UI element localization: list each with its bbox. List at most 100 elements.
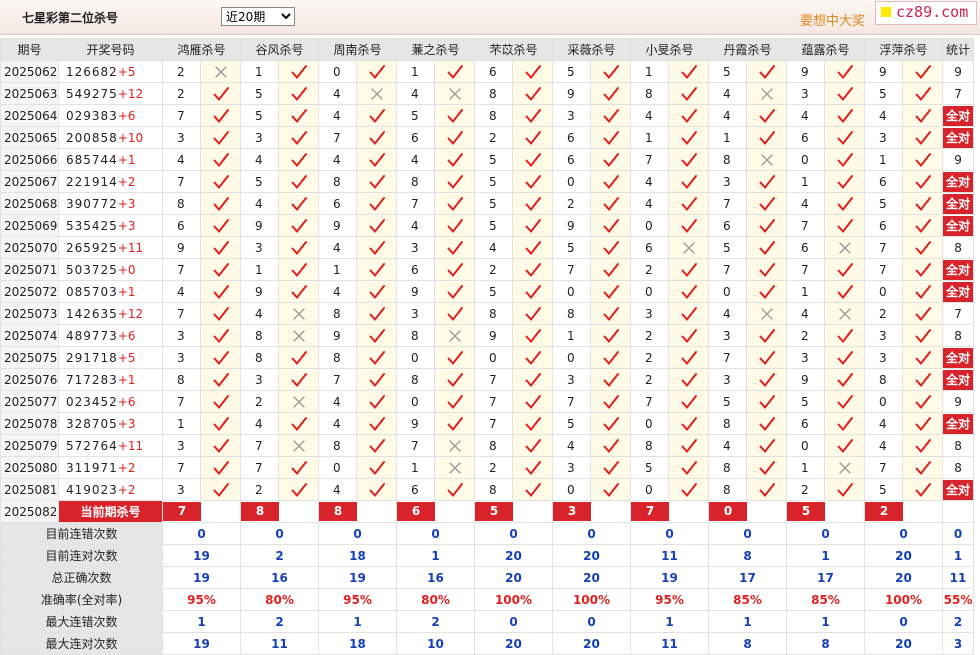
check-icon <box>837 130 853 145</box>
result-mark <box>590 192 631 215</box>
stat-cell: 全对 <box>941 104 975 127</box>
result-mark <box>590 126 631 149</box>
summary-label: 总正确次数 <box>0 566 163 589</box>
summary-value: 19 <box>630 566 709 589</box>
check-icon <box>525 306 541 321</box>
result-mark <box>902 258 943 281</box>
current-kill-number: 2 <box>865 502 903 521</box>
result-mark <box>824 302 865 325</box>
result-mark <box>434 434 475 457</box>
result-mark <box>512 214 553 237</box>
kill-number: 1 <box>786 280 825 303</box>
result-mark <box>746 302 787 325</box>
cross-icon <box>760 307 773 320</box>
draw-bonus: +10 <box>117 130 144 145</box>
period-cell: 2025071 <box>0 258 59 281</box>
summary-value: 20 <box>474 544 553 567</box>
check-icon <box>525 394 541 409</box>
result-mark <box>746 82 787 105</box>
kill-number: 2 <box>864 302 903 325</box>
cross-icon <box>838 307 851 320</box>
summary-row: 最大连错次数 1 2 1 2 0 0 1 1 1 0 2 <box>0 610 975 633</box>
result-mark <box>902 280 943 303</box>
result-mark <box>200 82 241 105</box>
draw-cell: 685744+1 <box>58 148 163 171</box>
cross-icon <box>370 87 383 100</box>
result-mark <box>512 346 553 369</box>
kill-number: 0 <box>630 412 669 435</box>
check-icon <box>603 218 619 233</box>
col-expert: 鸿雁杀号 <box>162 38 241 61</box>
result-mark <box>278 126 319 149</box>
check-icon <box>291 350 307 365</box>
check-icon <box>291 86 307 101</box>
result-mark <box>824 368 865 391</box>
check-icon <box>291 130 307 145</box>
check-icon <box>369 64 385 79</box>
kill-number: 4 <box>240 148 279 171</box>
result-mark <box>746 280 787 303</box>
result-mark <box>434 302 475 325</box>
kill-number: 0 <box>552 346 591 369</box>
check-icon <box>369 174 385 189</box>
result-mark <box>746 236 787 259</box>
kill-number: 6 <box>552 126 591 149</box>
check-icon <box>915 108 931 123</box>
kill-number: 8 <box>552 302 591 325</box>
summary-value: 8 <box>786 632 865 655</box>
result-mark <box>824 148 865 171</box>
check-icon <box>837 64 853 79</box>
check-icon <box>603 284 619 299</box>
check-icon <box>213 350 229 365</box>
stat-cell: 全对 <box>941 126 975 149</box>
check-icon <box>369 482 385 497</box>
result-mark <box>434 346 475 369</box>
summary-stat: 55% <box>941 588 975 611</box>
summary-value: 80% <box>396 588 475 611</box>
check-icon <box>447 152 463 167</box>
summary-row: 目前连错次数 0 0 0 0 0 0 0 0 0 0 0 <box>0 522 975 545</box>
current-kill-number: 8 <box>319 502 357 521</box>
result-mark <box>200 368 241 391</box>
result-mark <box>590 456 631 479</box>
page-title: 七星彩第二位杀号 <box>22 11 119 25</box>
draw-bonus: +11 <box>117 438 144 453</box>
kill-number: 2 <box>162 82 201 105</box>
check-icon <box>759 130 775 145</box>
draw-cell: 029383+6 <box>58 104 163 127</box>
col-expert: 蒹之杀号 <box>396 38 475 61</box>
result-mark <box>434 456 475 479</box>
kill-number: 4 <box>708 82 747 105</box>
check-icon <box>681 86 697 101</box>
check-icon <box>213 284 229 299</box>
draw-cell: 265925+11 <box>58 236 163 259</box>
kill-number: 4 <box>864 434 903 457</box>
kill-number: 4 <box>318 390 357 413</box>
kill-number: 2 <box>630 368 669 391</box>
draw-bonus: +6 <box>117 394 136 409</box>
kill-number: 0 <box>630 214 669 237</box>
result-mark <box>824 82 865 105</box>
check-icon <box>291 108 307 123</box>
kill-number: 5 <box>552 412 591 435</box>
check-icon <box>681 306 697 321</box>
site-logo[interactable]: cz89.com <box>875 1 977 25</box>
summary-value: 18 <box>318 632 397 655</box>
draw-cell: 200858+10 <box>58 126 163 149</box>
result-mark <box>902 148 943 171</box>
kill-number: 3 <box>552 104 591 127</box>
check-icon <box>369 284 385 299</box>
result-mark <box>356 456 397 479</box>
result-mark <box>902 368 943 391</box>
kill-number: 1 <box>396 60 435 83</box>
result-mark <box>356 236 397 259</box>
period-select[interactable]: 近20期 <box>221 7 295 26</box>
summary-label: 准确率(全对率) <box>0 588 163 611</box>
kill-number: 7 <box>474 390 513 413</box>
check-icon <box>759 240 775 255</box>
check-icon <box>447 394 463 409</box>
result-mark <box>434 192 475 215</box>
kill-number: 2 <box>240 390 279 413</box>
stat-cell: 全对 <box>941 412 975 435</box>
result-mark <box>278 82 319 105</box>
